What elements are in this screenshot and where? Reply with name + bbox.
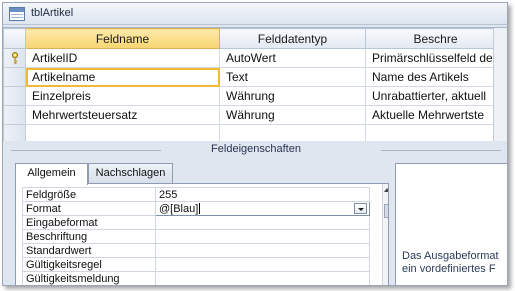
tab-allgemein[interactable]: Allgemein (15, 163, 88, 185)
table-row[interactable]: Artikelname Text Name des Artikels (3, 67, 506, 87)
property-value[interactable]: 255 (155, 187, 370, 202)
field-name-cell[interactable]: Mehrwertsteuersatz (25, 105, 220, 125)
property-row[interactable]: Beschriftung (22, 229, 370, 244)
property-row[interactable]: Feldgröße 255 (22, 187, 370, 202)
description-cell[interactable]: Unrabattierter, aktuell (365, 86, 506, 106)
general-properties-panel: Feldgröße 255 Format @[Blau] Eingabeform… (15, 183, 389, 285)
data-type-cell[interactable]: Text (219, 67, 366, 87)
data-type-cell[interactable] (219, 124, 366, 141)
property-label: Gültigkeitsregel (22, 257, 156, 272)
data-type-cell[interactable]: AutoWert (219, 48, 366, 68)
description-cell[interactable] (365, 124, 506, 141)
column-header-datatype[interactable]: Felddatentyp (219, 28, 366, 49)
property-row[interactable]: Eingabeformat (22, 215, 370, 230)
property-label: Eingabeformat (22, 215, 156, 230)
column-header-description[interactable]: Beschre (365, 28, 506, 49)
column-header-fieldname[interactable]: Feldname (25, 28, 220, 49)
property-label: Format (22, 201, 156, 216)
property-row[interactable]: Gültigkeitsmeldung (22, 271, 370, 285)
format-input[interactable]: @[Blau] (155, 201, 370, 216)
format-input-value: @[Blau] (159, 202, 199, 215)
text-caret (199, 202, 201, 214)
table-icon (9, 7, 25, 21)
table-row[interactable]: ArtikelID AutoWert Primärschlüsselfeld d… (3, 48, 506, 68)
table-row[interactable]: Einzelpreis Währung Unrabattierter, aktu… (3, 86, 506, 106)
field-name-cell[interactable]: Einzelpreis (25, 86, 220, 106)
scroll-up-arrow-icon[interactable] (384, 188, 388, 192)
window-title: tblArtikel (31, 7, 74, 19)
title-bar[interactable]: tblArtikel (3, 3, 507, 25)
tab-nachschlagen[interactable]: Nachschlagen (88, 163, 173, 183)
field-name-cell[interactable] (25, 124, 220, 141)
property-value[interactable] (155, 215, 370, 230)
scrollbar-thumb[interactable] (384, 204, 388, 218)
description-cell[interactable]: Primärschlüsselfeld de (365, 48, 506, 68)
property-value[interactable] (155, 243, 370, 258)
property-row[interactable]: Standardwert (22, 243, 370, 258)
field-grid: Feldname Felddatentyp Beschre ArtikelID … (3, 27, 507, 141)
data-type-cell[interactable]: Währung (219, 86, 366, 106)
field-name-cell[interactable]: ArtikelID (25, 48, 220, 68)
property-value[interactable] (155, 229, 370, 244)
property-row[interactable]: Gültigkeitsregel (22, 257, 370, 272)
help-line: Das Ausgabeformat (402, 250, 499, 262)
property-value[interactable] (155, 271, 370, 285)
property-label: Standardwert (22, 243, 156, 258)
property-help-panel: Das Ausgabeformat ein vordefiniertes F (395, 163, 507, 285)
property-value[interactable] (155, 257, 370, 272)
help-line: ein vordefiniertes F (402, 263, 496, 275)
field-name-cell[interactable]: Artikelname (25, 67, 220, 87)
chevron-down-icon[interactable] (354, 203, 367, 214)
row-selector[interactable] (3, 124, 26, 141)
property-label: Beschriftung (22, 229, 156, 244)
description-cell[interactable]: Aktuelle Mehrwertste (365, 105, 506, 125)
property-label: Feldgröße (22, 187, 156, 202)
description-cell[interactable]: Name des Artikels (365, 67, 506, 87)
row-selector[interactable] (3, 105, 26, 125)
property-label: Gültigkeitsmeldung (22, 271, 156, 285)
property-help-text: Das Ausgabeformat ein vordefiniertes F (402, 250, 507, 276)
properties-scrollbar[interactable] (382, 184, 388, 285)
row-selector[interactable] (3, 67, 26, 87)
grid-vertical-scrollbar[interactable] (493, 28, 507, 141)
field-properties-title: Feldeigenschaften (211, 143, 301, 155)
row-selector-header[interactable] (3, 28, 26, 49)
field-properties-heading: Feldeigenschaften (3, 143, 507, 157)
table-row[interactable] (3, 124, 506, 141)
row-selector[interactable] (3, 86, 26, 106)
row-selector[interactable] (3, 48, 26, 68)
table-row[interactable]: Mehrwertsteuersatz Währung Aktuelle Mehr… (3, 105, 506, 125)
primary-key-icon (11, 52, 19, 65)
property-row[interactable]: Format @[Blau] (22, 201, 370, 216)
data-type-cell[interactable]: Währung (219, 105, 366, 125)
table-design-window: tblArtikel Feldname Felddatentyp Beschre (2, 2, 508, 286)
